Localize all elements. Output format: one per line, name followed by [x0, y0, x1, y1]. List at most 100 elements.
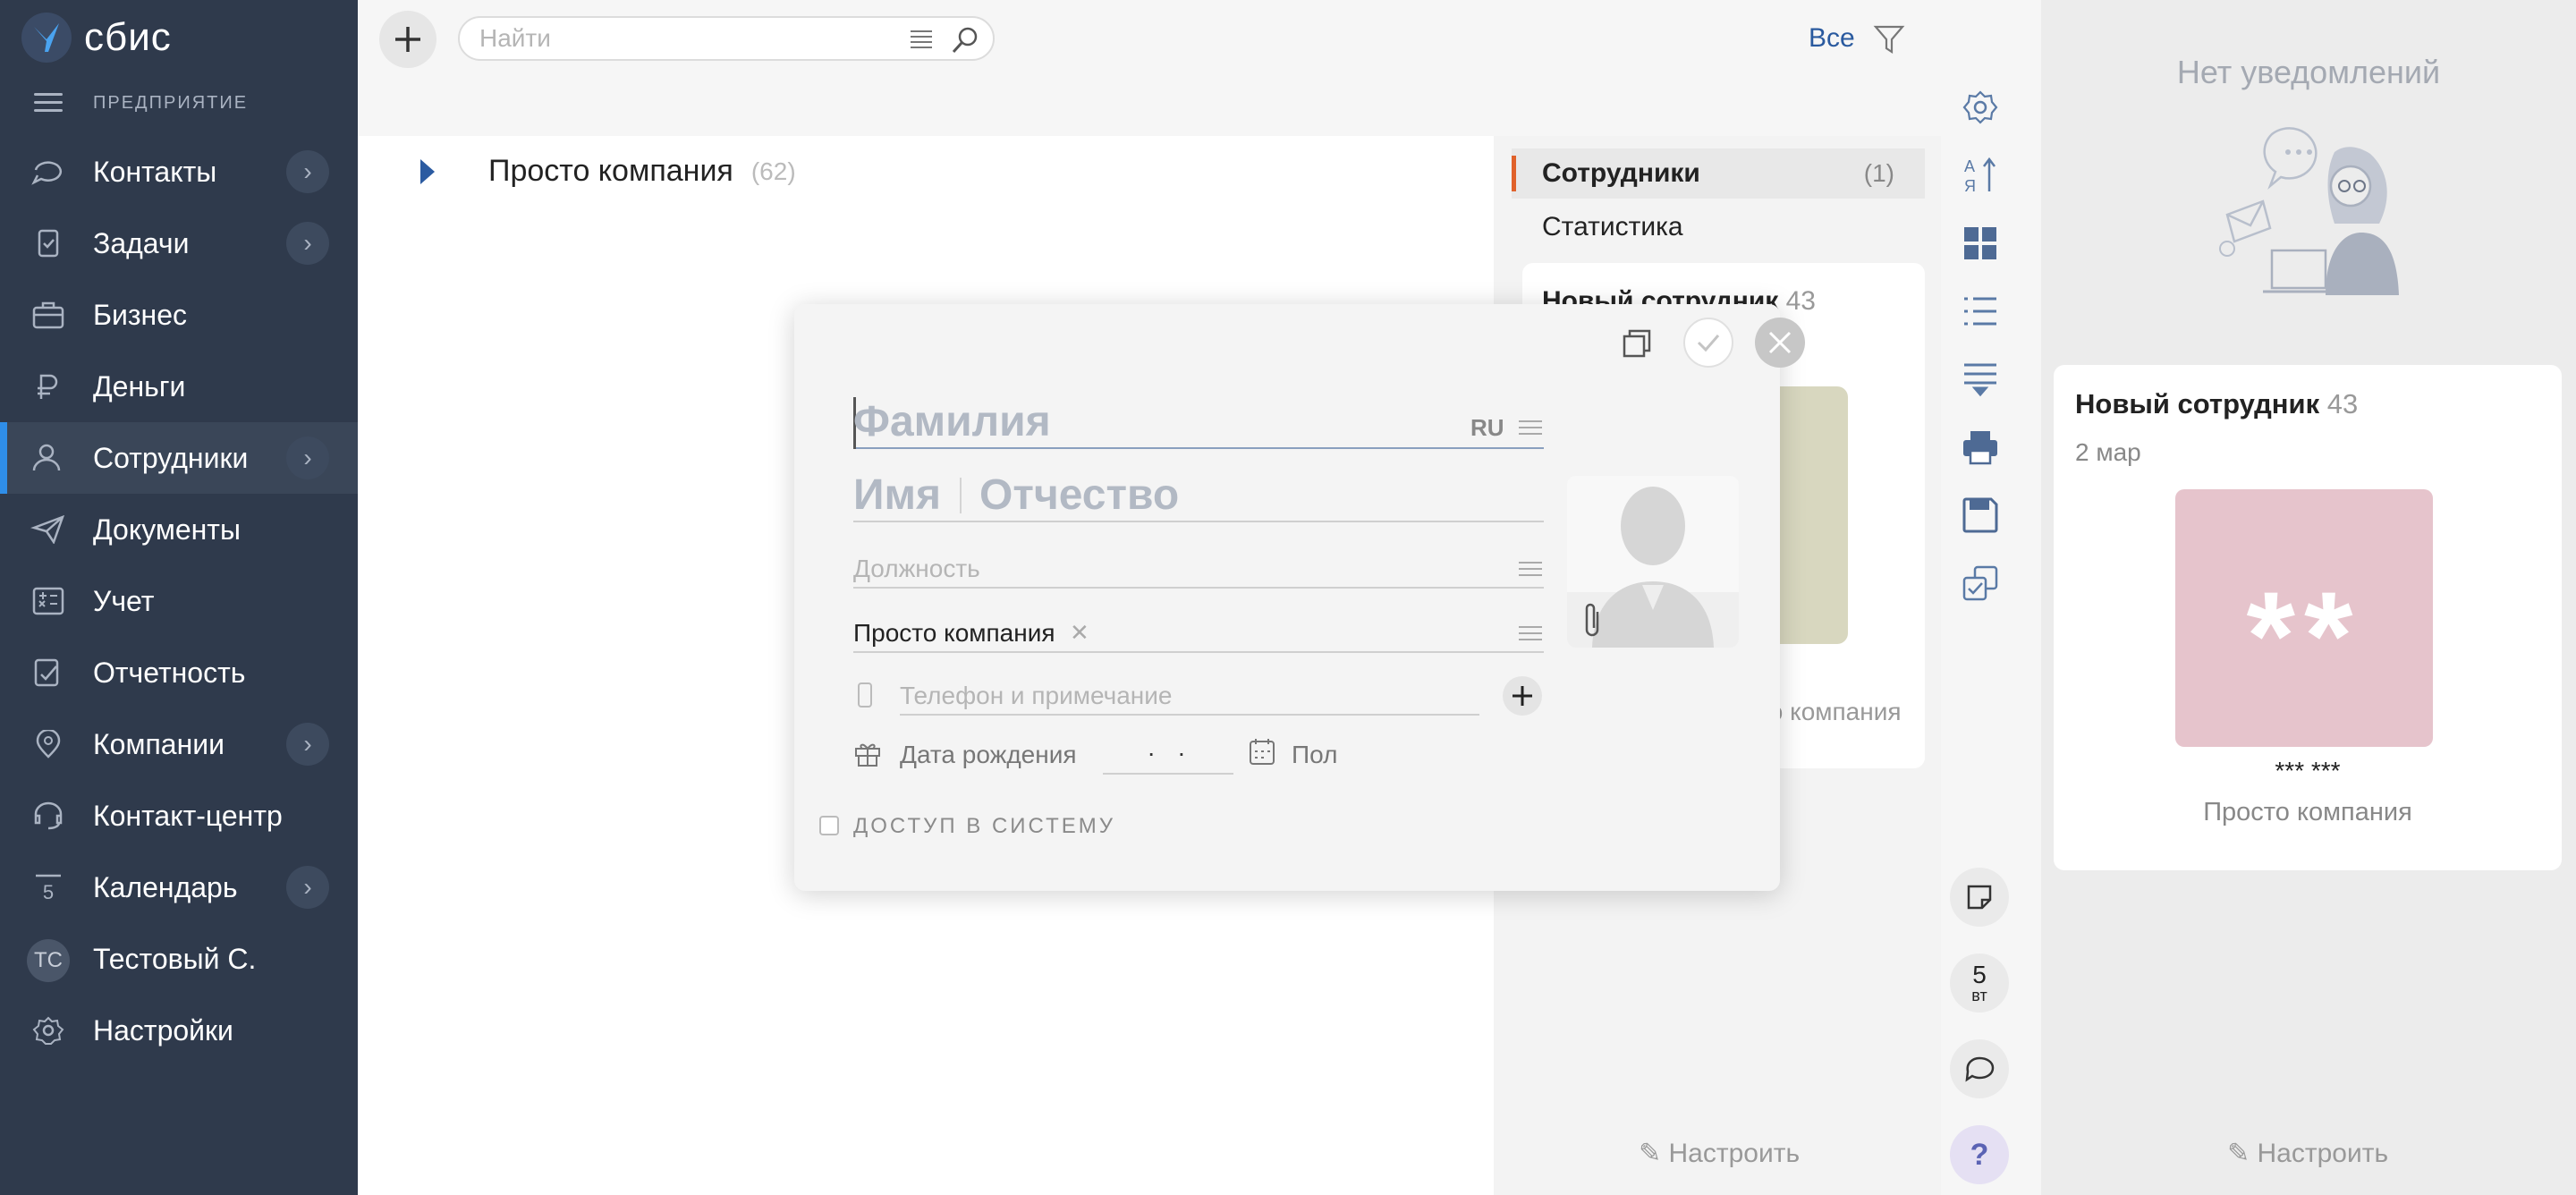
sidebar-item-label: Сотрудники [93, 441, 249, 474]
mass-select-icon[interactable] [1959, 562, 2002, 605]
menu-lines-icon[interactable] [1519, 420, 1542, 436]
employee-name-masked: *** *** [2275, 757, 2341, 784]
sidebar-item-accounting[interactable]: Учет [0, 565, 358, 637]
chevron-right-icon[interactable]: › [286, 150, 329, 193]
settings-icon [32, 1016, 64, 1045]
list-icon[interactable] [1959, 290, 2002, 333]
sidebar-item-label: Деньги [93, 369, 186, 403]
access-label[interactable]: ДОСТУП В СИСТЕМУ [853, 814, 1115, 839]
menu-lines-icon[interactable] [1519, 562, 1542, 578]
tree-item-count: (62) [750, 157, 796, 185]
svg-text:A: A [1964, 157, 1975, 175]
sidebar-item-label: Компании [93, 727, 225, 760]
plus-icon [395, 27, 420, 52]
gift-icon [855, 743, 880, 767]
menu-icon[interactable] [34, 93, 63, 113]
notifications-configure-link[interactable]: ✎ Настроить [2227, 1138, 2388, 1169]
sidebar-item-companies[interactable]: Компании › [0, 708, 358, 780]
logo[interactable]: сбис [21, 13, 172, 63]
calendar-day: 5 [1972, 961, 1987, 988]
employee-photo: ** [2175, 489, 2433, 747]
configure-link[interactable]: ✎ Настроить [1639, 1138, 1800, 1169]
search-icon[interactable] [950, 25, 980, 55]
chat-button[interactable] [1950, 1039, 2009, 1098]
note-icon [1967, 885, 1992, 910]
tiles-icon[interactable] [1959, 222, 2002, 265]
accounting-icon [32, 587, 64, 615]
sort-icon[interactable]: AЯ [1959, 154, 2002, 197]
sidebar-item-label: Настройки [93, 1013, 233, 1047]
save-button[interactable] [1683, 318, 1733, 368]
notes-button[interactable] [1950, 868, 2009, 927]
svg-text:Я: Я [1964, 177, 1976, 195]
calendar-icon[interactable] [1249, 737, 1275, 766]
tab-label: Статистика [1542, 212, 1683, 242]
sidebar-item-money[interactable]: Деньги [0, 351, 358, 422]
business-icon [32, 301, 64, 329]
close-button[interactable] [1755, 318, 1805, 368]
print-icon[interactable] [1959, 426, 2002, 469]
company-value: Просто компания [853, 619, 1055, 647]
remove-company-icon[interactable]: ✕ [1070, 619, 1089, 647]
sidebar-item-label: Контакт-центр [93, 799, 283, 832]
name-field[interactable] [853, 470, 1544, 522]
sidebar-item-business[interactable]: Бизнес [0, 279, 358, 351]
sidebar-nav: Контакты › Задачи › Бизнес Деньги Сотруд… [0, 136, 358, 1066]
sidebar-item-documents[interactable]: Документы [0, 494, 358, 565]
sidebar-item-contacts[interactable]: Контакты › [0, 136, 358, 208]
tab-employees[interactable]: Сотрудники (1) [1512, 148, 1925, 199]
help-button[interactable]: ? [1950, 1125, 2009, 1184]
search-filter-icon[interactable] [909, 29, 934, 50]
sidebar-item-employees[interactable]: Сотрудники › [0, 422, 358, 494]
search-input[interactable] [479, 25, 891, 52]
gender-label[interactable]: Пол [1292, 741, 1337, 769]
employees-icon [32, 444, 61, 471]
access-checkbox[interactable] [819, 816, 839, 835]
notification-count: 43 [2326, 388, 2359, 420]
sidebar-item-label: Документы [93, 513, 241, 546]
menu-lines-icon[interactable] [1519, 626, 1542, 642]
tab-count: (1) [1863, 159, 1894, 187]
chevron-right-icon[interactable]: › [286, 866, 329, 909]
logo-mark-icon [21, 13, 72, 63]
reports-icon [34, 658, 59, 687]
companies-icon [36, 730, 61, 759]
sidebar-item-contact-center[interactable]: Контакт-центр [0, 780, 358, 852]
contacts-icon [31, 161, 63, 185]
add-button[interactable] [379, 11, 436, 68]
contact-center-icon [34, 801, 63, 830]
configure-label: Настроить [1668, 1139, 1801, 1168]
expand-arrow-icon[interactable] [420, 158, 435, 184]
configure-label: Настроить [2257, 1139, 2389, 1168]
save-icon[interactable] [1959, 494, 2002, 537]
tab-statistics[interactable]: Статистика [1512, 202, 1925, 252]
copy-icon[interactable] [1621, 327, 1653, 360]
settings-icon[interactable] [1959, 86, 2002, 129]
chevron-right-icon[interactable]: › [286, 723, 329, 766]
field-divider [960, 478, 962, 513]
tab-label: Сотрудники [1542, 158, 1700, 188]
notification-date: 2 мар [2075, 438, 2141, 466]
sidebar-item-user[interactable]: ТС Тестовый С. [0, 923, 358, 995]
sidebar-item-label: Контакты [93, 155, 217, 188]
filter-list-icon[interactable] [1959, 358, 2002, 401]
funnel-icon[interactable] [1873, 23, 1905, 55]
tasks-icon [38, 229, 59, 258]
chevron-right-icon[interactable]: › [286, 222, 329, 265]
tree-row[interactable]: Просто компания (62) [420, 154, 796, 189]
tree-item-name: Просто компания [488, 154, 733, 188]
notification-title: Новый сотрудник 43 [2075, 388, 2358, 420]
sidebar-item-settings[interactable]: Настройки [0, 995, 358, 1066]
avatar: ТС [27, 939, 70, 982]
birthday-input[interactable]: .. [1103, 733, 1233, 775]
filter-all-link[interactable]: Все [1809, 23, 1855, 54]
keyboard-layout-indicator[interactable]: RU [1470, 414, 1504, 442]
chevron-right-icon[interactable]: › [286, 436, 329, 479]
sidebar-item-tasks[interactable]: Задачи › [0, 208, 358, 279]
paperclip-icon[interactable] [1580, 601, 1605, 642]
sidebar-item-calendar[interactable]: 5 Календарь › [0, 852, 358, 923]
sidebar: сбис ПРЕДПРИЯТИЕ Контакты › Задачи › Биз… [0, 0, 358, 1195]
add-phone-button[interactable] [1503, 676, 1542, 716]
calendar-button[interactable]: 5 вт [1950, 953, 2009, 1013]
sidebar-item-reports[interactable]: Отчетность [0, 637, 358, 708]
